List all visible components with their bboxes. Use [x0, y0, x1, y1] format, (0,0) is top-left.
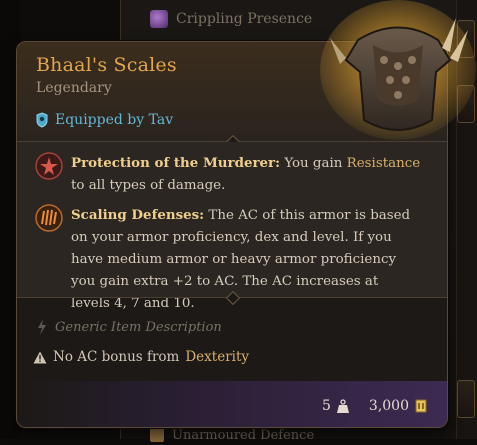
passive-scaling-text: Scaling Defenses: The AC of this armor i… — [71, 204, 421, 315]
equipped-label: Equipped by Tav — [55, 112, 174, 128]
dexterity-keyword[interactable]: Dexterity — [185, 349, 249, 365]
passive-scaling-title: Scaling Defenses: — [71, 207, 205, 223]
skull-shield-icon — [35, 152, 63, 180]
lightning-icon — [38, 319, 46, 335]
weight-icon — [336, 398, 349, 413]
description-label: Generic Item Description — [55, 319, 222, 335]
item-weight: 5 — [321, 398, 331, 414]
warning-icon — [33, 351, 47, 363]
dex-warning: No AC bonus from Dexterity — [33, 349, 249, 365]
armor-artwork — [320, 0, 476, 140]
warning-prefix: No AC bonus from — [53, 349, 180, 365]
background-feature-label: Unarmoured Defence — [172, 427, 315, 443]
claw-defense-icon — [35, 204, 63, 232]
background-feature-row[interactable]: Unarmoured Defence — [150, 425, 410, 445]
item-description-row: Generic Item Description — [35, 318, 222, 336]
tooltip-footer: 5 3,000 — [17, 381, 447, 427]
gold-coin-icon — [415, 399, 427, 413]
equipped-status: Equipped by Tav — [35, 112, 173, 128]
feature-icon — [150, 428, 164, 442]
background-spell-label: Crippling Presence — [176, 11, 313, 27]
passive-scaling-desc: The AC of this armor is based on your ar… — [71, 208, 411, 311]
item-stats: 5 3,000 — [322, 398, 427, 414]
crippling-presence-icon — [150, 10, 168, 28]
item-value: 3,000 — [368, 398, 409, 414]
item-rarity: Legendary — [36, 80, 112, 96]
passive-protection-desc-b: to all types of damage. — [71, 178, 226, 193]
character-portrait-icon — [36, 112, 48, 128]
item-name: Bhaal's Scales — [36, 54, 177, 76]
inventory-slot[interactable] — [457, 380, 475, 418]
passive-protection-title: Protection of the Murderer: — [71, 155, 281, 171]
